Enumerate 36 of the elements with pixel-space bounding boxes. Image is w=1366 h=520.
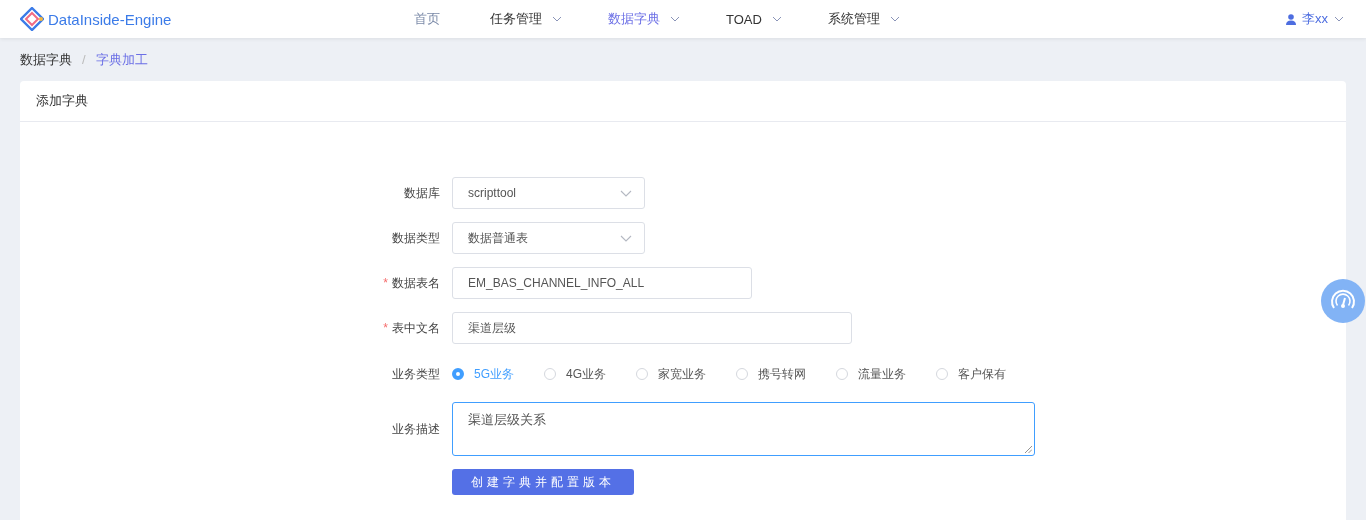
- floating-button[interactable]: [1321, 279, 1365, 323]
- user-menu[interactable]: 李xx: [1286, 10, 1344, 28]
- text-field[interactable]: 渠道层级: [452, 312, 852, 344]
- diamond-logo-icon: [20, 7, 44, 31]
- caret-icon: [620, 189, 632, 197]
- field-label: 数据类型: [391, 229, 441, 247]
- field-label: 业务描述: [391, 420, 441, 438]
- nav-menu-item[interactable]: 数据字典: [608, 10, 680, 28]
- field-label: * 数据表名: [382, 274, 441, 292]
- radio-button[interactable]: [452, 368, 464, 380]
- radio-option[interactable]: 流量业务: [836, 365, 907, 383]
- breadcrumb-separator: /: [82, 52, 86, 67]
- radio-option[interactable]: 4G业务: [544, 365, 607, 383]
- resize-grip-icon: [1025, 446, 1032, 453]
- field-label: 数据库: [403, 184, 441, 202]
- nav-menu-item[interactable]: 系统管理: [827, 10, 900, 28]
- nav-menu-item[interactable]: 任务管理: [490, 10, 562, 28]
- radio-option[interactable]: 客户保有: [936, 365, 1007, 383]
- radio-option[interactable]: 携号转网: [736, 365, 807, 383]
- select-field[interactable]: 数据普通表: [452, 222, 645, 254]
- user-icon: [1286, 13, 1296, 25]
- text-field[interactable]: EM_BAS_CHANNEL_INFO_ALL: [452, 267, 752, 299]
- breadcrumb-item[interactable]: 数据字典: [20, 50, 72, 69]
- caret-icon: [620, 234, 632, 242]
- select-field[interactable]: scripttool: [452, 177, 645, 209]
- radio-option[interactable]: 家宽业务: [636, 365, 707, 383]
- nav-menu-item[interactable]: 首页: [414, 10, 440, 28]
- app-title: DataInside-Engine: [48, 10, 172, 28]
- text-area[interactable]: 渠道层级关系: [452, 402, 1035, 456]
- create-button[interactable]: 创建字典并配置版本: [452, 469, 634, 495]
- caret-icon: [1334, 16, 1344, 22]
- nav-menu-item[interactable]: TOAD: [726, 10, 782, 28]
- field-label: * 表中文名: [382, 319, 441, 337]
- field-label: 业务类型: [391, 365, 441, 383]
- breadcrumb-item[interactable]: 字典加工: [95, 50, 148, 69]
- card-title: 添加字典: [36, 92, 88, 110]
